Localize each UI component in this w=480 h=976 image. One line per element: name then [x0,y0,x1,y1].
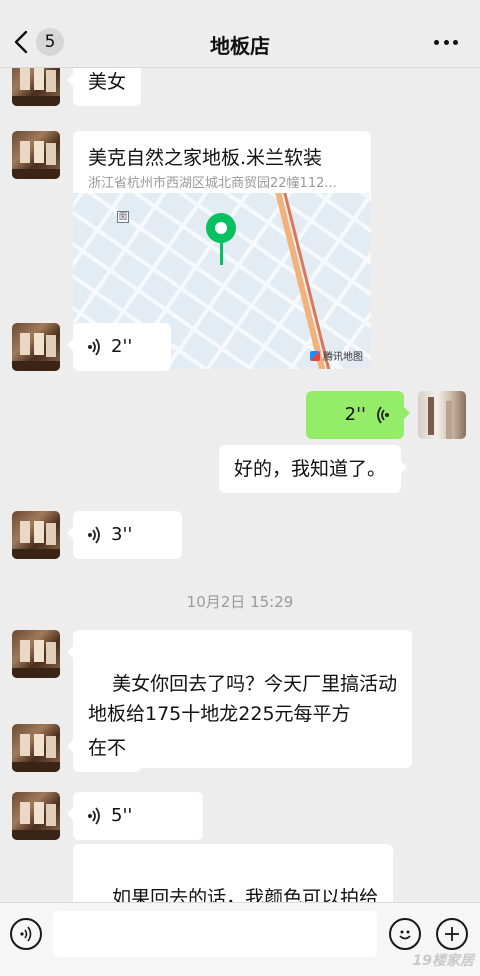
voice-wave-icon [88,526,100,544]
contact-avatar[interactable] [12,131,60,179]
message-text: 美女你回去了吗？今天厂里搞活动 地板给175十地龙225元每平方 [88,673,398,725]
chat-area[interactable]: 美女 美克自然之家地板.米兰软装 浙江省杭州市西湖区城北商贸园22幢112...… [0,68,480,902]
map-pin-icon [206,213,236,243]
message-text: 美女 [88,71,127,93]
plus-icon [445,927,459,941]
message-bubble[interactable]: 在不 [66,724,142,772]
voice-duration: 3'' [111,524,133,545]
tencent-map-icon [310,350,320,361]
voice-message-self[interactable]: 2'' [306,391,410,439]
message-bubble[interactable]: 美女 [66,68,142,106]
more-button[interactable] [434,40,458,46]
voice-message[interactable]: 3'' [67,511,182,559]
voice-wave-icon [377,406,389,424]
contact-avatar[interactable] [12,792,60,840]
contact-avatar[interactable] [12,630,60,678]
voice-duration: 2'' [111,336,133,357]
message-bubble-self[interactable]: 好的，我知道了。 [219,445,408,493]
contact-avatar[interactable] [12,724,60,772]
voice-duration: 5'' [111,805,133,826]
chat-title: 地板店 [210,34,270,58]
voice-duration: 2'' [344,404,366,425]
emoji-icon [399,930,411,940]
contact-avatar[interactable] [12,68,60,106]
voice-wave-icon [88,807,100,825]
input-bar: 19楼家居 [0,902,480,976]
voice-message[interactable]: 2'' [67,323,171,371]
more-functions-button[interactable] [436,918,468,950]
message-text: 在不 [88,737,127,759]
voice-toggle-button[interactable] [10,918,42,950]
map-poi-icon: 囡 [117,211,129,223]
more-dots-icon [434,40,439,45]
my-avatar[interactable] [418,391,466,439]
message-bubble[interactable]: 如果回去的话，我颜色可以拍给 你，手机上也可以下单的啊。 [73,844,394,902]
watermark: 19楼家居 [412,953,474,969]
location-title: 美克自然之家地板.米兰软装 [88,147,323,169]
contact-avatar[interactable] [12,323,60,371]
message-timestamp: 10月2日 15:29 [186,593,294,611]
message-input[interactable] [53,911,377,957]
location-address: 浙江省杭州市西湖区城北商贸园22幢112... [88,176,337,191]
message-text: 如果回去的话，我颜色可以拍给 你，手机上也可以下单的啊。 [112,887,379,902]
contact-avatar[interactable] [12,511,60,559]
voice-wave-icon [88,338,100,356]
message-text: 好的，我知道了。 [234,458,387,480]
top-bar: 5 地板店 [0,0,480,68]
emoji-button[interactable] [389,918,421,950]
voice-message[interactable]: 5'' [67,792,203,840]
voice-toggle-icon [20,926,32,942]
map-provider-logo: 腾讯地图 [310,348,363,363]
